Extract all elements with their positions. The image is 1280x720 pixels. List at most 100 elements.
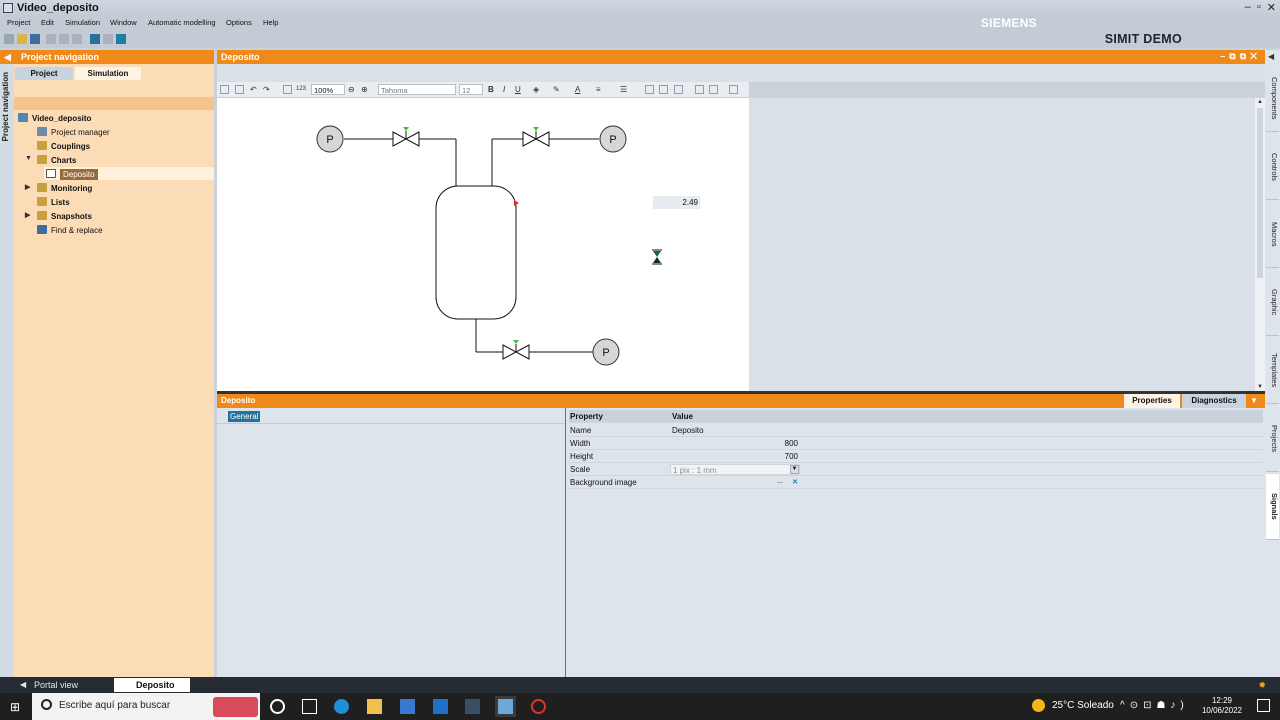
stop-icon[interactable] (116, 34, 126, 44)
portal-view-button[interactable]: Portal view (34, 680, 78, 690)
font-color-icon[interactable]: A (575, 85, 580, 94)
system-tray-icons[interactable]: ^⊙⊡☗♪) (1120, 700, 1189, 711)
menu-automatic-modelling[interactable]: Automatic modelling (148, 18, 216, 27)
group-icon[interactable] (645, 85, 654, 94)
dash-style-icon[interactable]: ☰ (620, 85, 627, 94)
chart-canvas[interactable]: P P P (217, 98, 749, 391)
font-size-select[interactable]: 12 (459, 84, 483, 95)
file-explorer-icon[interactable] (367, 699, 382, 714)
tab-graphic[interactable]: Graphic (1266, 270, 1279, 336)
tab-components[interactable]: Components (1266, 66, 1279, 132)
cortana-icon[interactable] (270, 699, 285, 714)
rotate-icon[interactable] (674, 85, 683, 94)
project-navigation-side-label[interactable]: Project navigation (1, 72, 10, 141)
task-view-icon[interactable] (302, 699, 317, 714)
new-project-icon[interactable] (4, 34, 14, 44)
scroll-down-icon[interactable]: ▼ (1257, 384, 1263, 390)
copy-icon[interactable] (59, 34, 69, 44)
grid-icon[interactable] (283, 85, 292, 94)
menu-options[interactable]: Options (226, 18, 252, 27)
scale-select[interactable]: 1 pix : 1 mm (670, 464, 800, 475)
fill-color-icon[interactable]: ◈ (533, 85, 539, 94)
tree-item-lists[interactable]: Lists (37, 197, 70, 210)
scrollbar-thumb[interactable] (1257, 108, 1263, 278)
tab-templates[interactable]: Templates (1266, 338, 1279, 404)
line-style-icon[interactable]: ≡ (596, 85, 601, 94)
edge-icon[interactable] (334, 699, 349, 714)
tab-controls[interactable]: Controls (1266, 134, 1279, 200)
zoom-in-icon[interactable]: ⊕ (361, 85, 368, 94)
height-field[interactable]: 700 (670, 451, 800, 462)
italic-button[interactable]: I (503, 85, 505, 94)
tab-simulation[interactable]: Simulation (75, 67, 141, 80)
tree-item-monitoring[interactable]: ▶ Monitoring (25, 183, 92, 196)
store-icon[interactable] (400, 699, 415, 714)
underline-button[interactable]: U (515, 85, 521, 94)
editor-window-controls[interactable]: –⧉⧉✕ (1220, 51, 1261, 62)
ungroup-icon[interactable] (659, 85, 668, 94)
print-icon[interactable] (235, 85, 244, 94)
menu-edit[interactable]: Edit (41, 18, 54, 27)
tab-diagnostics[interactable]: Diagnostics (1182, 394, 1246, 408)
open-editor-tab[interactable]: Deposito (114, 678, 190, 692)
save-chart-icon[interactable] (220, 85, 229, 94)
paste-icon[interactable] (72, 34, 82, 44)
line-color-icon[interactable]: ✎ (553, 85, 560, 94)
tree-item-find-replace[interactable]: Find & replace (37, 225, 103, 238)
tree-item-snapshots[interactable]: ▶ Snapshots (25, 211, 92, 224)
expand-right-icon[interactable]: ▶ (25, 183, 30, 191)
menu-window[interactable]: Window (110, 18, 137, 27)
menu-simulation[interactable]: Simulation (65, 18, 100, 27)
tab-signals[interactable]: Signals (1266, 474, 1279, 540)
undo-icon[interactable]: ↶ (250, 85, 257, 94)
chevron-down-icon[interactable]: ▼ (790, 465, 799, 474)
save-project-icon[interactable] (30, 34, 40, 44)
step-icon[interactable] (103, 34, 113, 44)
settings-icon[interactable]: ✹ (1258, 680, 1266, 691)
tree-item-deposito[interactable]: Deposito (46, 169, 98, 182)
windows-start-icon[interactable]: ⊞ (10, 700, 20, 714)
close-icon[interactable]: ✕ (1267, 1, 1276, 14)
redo-icon[interactable]: ↷ (263, 85, 270, 94)
simit-icon[interactable] (495, 696, 516, 717)
tree-item-couplings[interactable]: Couplings (37, 141, 90, 154)
menu-help[interactable]: Help (263, 18, 278, 27)
recorder-icon[interactable] (531, 699, 546, 714)
tab-projects[interactable]: Projects (1266, 406, 1279, 472)
collapse-panel-icon[interactable]: ▼ (1250, 396, 1258, 405)
minimize-icon[interactable]: – (1245, 1, 1251, 14)
zoom-out-icon[interactable]: ⊖ (348, 85, 355, 94)
clear-icon[interactable]: ✕ (790, 478, 800, 487)
tia-portal-icon[interactable] (465, 699, 480, 714)
distribute-icon[interactable] (709, 85, 718, 94)
section-general[interactable]: General (228, 411, 261, 422)
expand-right-icon[interactable]: ▶ (25, 211, 30, 219)
cut-icon[interactable] (46, 34, 56, 44)
menu-project[interactable]: Project (7, 18, 30, 27)
pause-icon[interactable] (90, 34, 100, 44)
collapse-left-icon[interactable]: ◀ (4, 52, 11, 63)
align-icon[interactable] (695, 85, 704, 94)
mail-icon[interactable] (433, 699, 448, 714)
tree-item-charts[interactable]: ▼ Charts (25, 155, 76, 168)
back-arrow-icon[interactable]: ◀ (20, 680, 26, 689)
name-field[interactable]: Deposito (670, 425, 800, 436)
zoom-select[interactable]: 100% (311, 84, 345, 95)
tab-project[interactable]: Project (15, 67, 73, 80)
font-select[interactable]: Tahoma (378, 84, 456, 95)
restore-icon[interactable]: ▫ (1257, 1, 1261, 14)
notifications-icon[interactable] (1257, 699, 1270, 712)
number-icon[interactable]: 123 (296, 86, 306, 92)
weather-sun-icon[interactable] (1032, 699, 1045, 712)
weather-text[interactable]: 25°C Soleado (1052, 700, 1114, 711)
tab-properties[interactable]: Properties (1124, 394, 1180, 408)
width-field[interactable]: 800 (670, 438, 800, 449)
editor-vertical-scrollbar[interactable]: ▲ ▼ (1255, 98, 1265, 391)
tree-root[interactable]: Video_deposito (18, 113, 91, 126)
taskbar-clock[interactable]: 12:29 10/06/2022 (1202, 696, 1242, 716)
size-icon[interactable] (729, 85, 738, 94)
tab-macros[interactable]: Macros (1266, 202, 1279, 268)
expand-down-icon[interactable]: ▼ (25, 155, 32, 162)
scroll-up-icon[interactable]: ▲ (1257, 99, 1263, 105)
collapse-right-icon[interactable]: ◀ (1268, 52, 1274, 61)
